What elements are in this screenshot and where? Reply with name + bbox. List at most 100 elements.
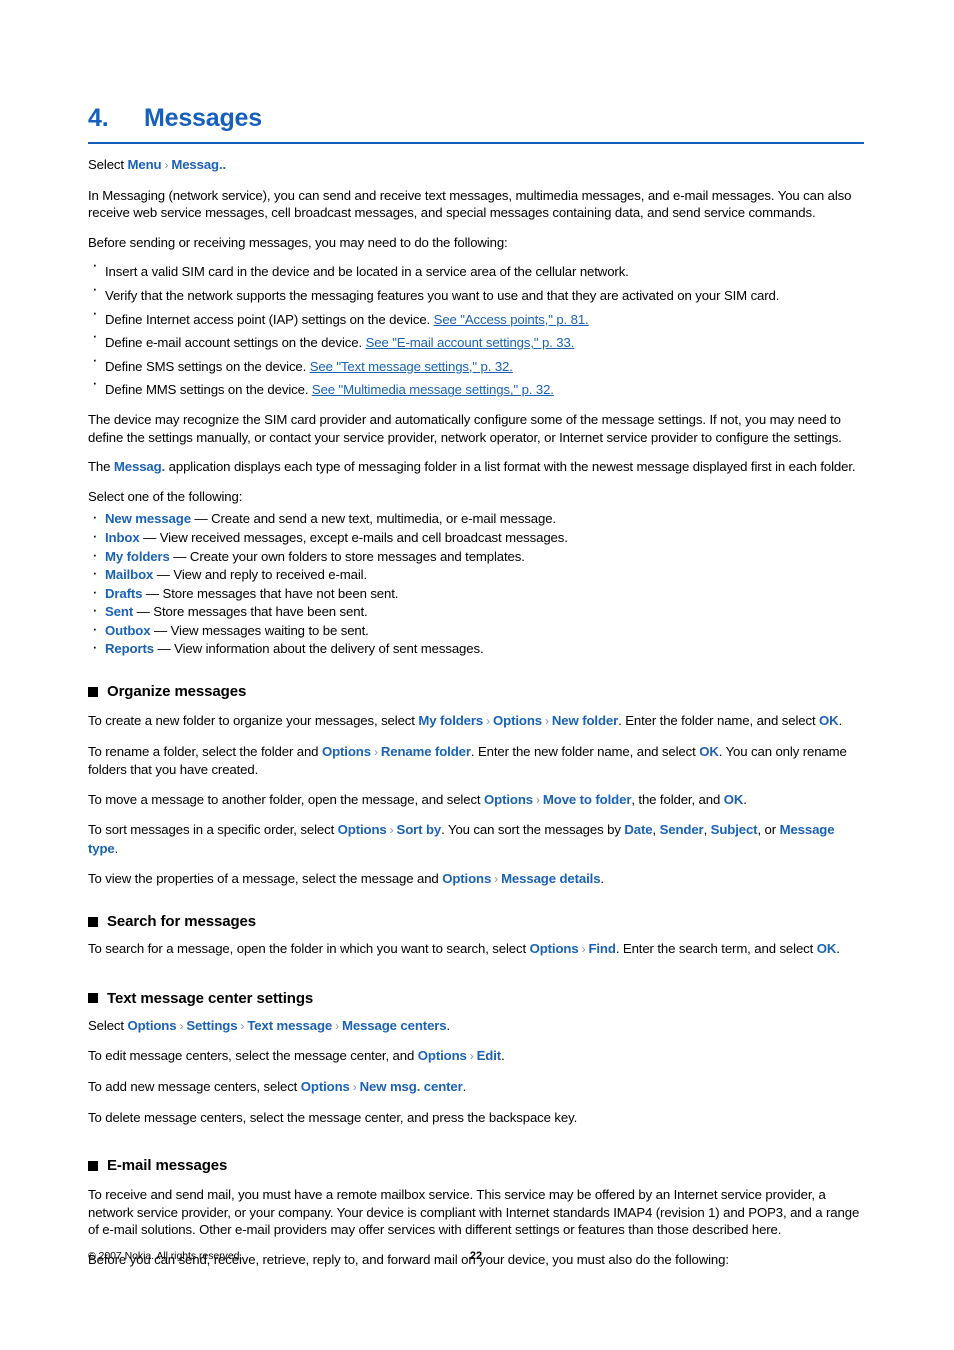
menu-link-ok[interactable]: OK	[819, 713, 839, 728]
menu-link-options[interactable]: Options	[418, 1048, 467, 1063]
chevron-right-icon: ›	[545, 714, 549, 729]
center-add-instruction: To add new message centers, select Optio…	[88, 1066, 864, 1097]
folder-link-mailbox[interactable]: Mailbox	[105, 567, 153, 582]
instruction-text: To view the properties of a message, sel…	[88, 870, 443, 886]
breadcrumb: Select Menu › Messag..	[88, 144, 864, 175]
list-item: My folders — Create your own folders to …	[88, 546, 864, 566]
list-item: Define Internet access point (IAP) setti…	[88, 304, 864, 329]
menu-link-message-details[interactable]: Message details	[501, 871, 600, 886]
menu-link-settings[interactable]: Settings	[186, 1018, 237, 1033]
list-item-text: Define MMS settings on the device.	[105, 382, 312, 398]
sort-option-sender[interactable]: Sender	[660, 822, 704, 837]
folder-description: — Create and send a new text, multimedia…	[190, 511, 556, 527]
folder-description: — Create your own folders to store messa…	[169, 548, 525, 564]
section-heading-e-mail-messages: E-mail messages	[88, 1126, 864, 1174]
chevron-right-icon: ›	[536, 792, 540, 807]
breadcrumb-item-menu[interactable]: Menu	[127, 157, 161, 172]
instruction-text: .	[836, 941, 840, 957]
folder-description: — Store messages that have been sent.	[133, 604, 368, 620]
email-paragraph-1: To receive and send mail, you must have …	[88, 1187, 860, 1238]
chapter-heading: 4. Messages	[88, 0, 864, 133]
paragraph-prefix: The	[88, 459, 114, 475]
instruction-text: . You can sort the messages by	[441, 822, 625, 838]
chevron-right-icon: ›	[486, 714, 491, 729]
cross-reference-link[interactable]: See "Access points," p. 81.	[434, 312, 589, 327]
section-heading-organize-messages: Organize messages	[88, 658, 864, 700]
cross-reference-link[interactable]: See "Multimedia message settings," p. 32…	[312, 382, 554, 397]
chevron-right-icon: ›	[469, 1049, 474, 1064]
menu-link-sort-by[interactable]: Sort by	[397, 822, 442, 837]
list-item: Verify that the network supports the mes…	[88, 280, 864, 305]
sort-option-date[interactable]: Date	[624, 822, 652, 837]
menu-link-edit[interactable]: Edit	[477, 1048, 502, 1063]
page-title: Messages	[144, 104, 262, 132]
folder-link-sent[interactable]: Sent	[105, 604, 133, 619]
list-item: Insert a valid SIM card in the device an…	[88, 256, 864, 281]
organize-move-message-instruction: To move a message to another folder, ope…	[88, 779, 864, 810]
menu-link-options[interactable]: Options	[493, 713, 542, 728]
page-number: 22	[469, 1250, 483, 1262]
folder-link-drafts[interactable]: Drafts	[105, 586, 143, 601]
breadcrumb-item-messaging[interactable]: Messag..	[171, 157, 226, 172]
folder-description: — View messages waiting to be sent.	[150, 622, 369, 638]
menu-link-options[interactable]: Options	[127, 1018, 176, 1033]
menu-link-ok[interactable]: OK	[724, 792, 744, 807]
menu-link-options[interactable]: Options	[338, 822, 387, 837]
folder-description: — Store messages that have not been sent…	[142, 585, 399, 601]
organize-create-folder-instruction: To create a new folder to organize your …	[88, 700, 864, 731]
square-bullet-icon	[88, 686, 98, 697]
menu-link-message-centers[interactable]: Message centers	[342, 1018, 447, 1033]
messaging-app-link[interactable]: Messag.	[114, 459, 165, 474]
menu-link-ok[interactable]: OK	[817, 941, 837, 956]
folder-link-outbox[interactable]: Outbox	[105, 623, 151, 638]
instruction-text: .	[114, 841, 119, 857]
intro-paragraph-4: The Messag. application displays each ty…	[88, 446, 864, 476]
folder-link-new-message[interactable]: New message	[105, 511, 191, 526]
menu-link-find[interactable]: Find	[588, 941, 615, 956]
folder-link-my-folders[interactable]: My folders	[105, 549, 170, 564]
folder-link-reports[interactable]: Reports	[105, 641, 154, 656]
list-item-text: Define e-mail account settings on the de…	[105, 335, 366, 351]
menu-link-rename-folder[interactable]: Rename folder	[381, 744, 471, 759]
menu-link-options[interactable]: Options	[484, 792, 533, 807]
menu-link-new-folder[interactable]: New folder	[552, 713, 618, 728]
menu-link-my-folders[interactable]: My folders	[418, 713, 483, 728]
sort-option-subject[interactable]: Subject	[711, 822, 758, 837]
menu-link-options[interactable]: Options	[530, 941, 579, 956]
instruction-text: ,	[652, 822, 660, 838]
instruction-text: To add new message centers, select	[88, 1079, 301, 1094]
list-item-text: Define SMS settings on the device.	[105, 358, 310, 374]
chevron-right-icon: ›	[179, 1018, 184, 1033]
folder-description: — View information about the delivery of…	[154, 641, 484, 657]
cross-reference-link[interactable]: See "Text message settings," p. 32.	[310, 359, 513, 374]
instruction-text: To search for a message, open the folder…	[88, 941, 530, 957]
square-bullet-icon	[88, 916, 98, 927]
menu-link-move-to-folder[interactable]: Move to folder	[543, 792, 632, 807]
folders-list: New message — Create and send a new text…	[88, 505, 864, 658]
search-instruction: To search for a message, open the folder…	[88, 930, 864, 959]
list-item: Inbox — View received messages, except e…	[88, 527, 864, 547]
center-select-path: Select Options › Settings › Text message › Mes…	[88, 1007, 864, 1036]
menu-link-options[interactable]: Options	[301, 1079, 350, 1094]
folder-description: — View and reply to received e-mail.	[153, 567, 368, 583]
chevron-right-icon: ›	[373, 744, 378, 759]
chevron-right-icon: ›	[352, 1080, 357, 1094]
section-heading-search-for-messages: Search for messages	[88, 888, 864, 930]
list-item: Outbox — View messages waiting to be sen…	[88, 620, 864, 640]
chevron-right-icon: ›	[494, 871, 499, 886]
chevron-right-icon: ›	[581, 942, 586, 957]
organize-message-properties-instruction: To view the properties of a message, sel…	[88, 858, 864, 889]
square-bullet-icon	[88, 1160, 98, 1171]
cross-reference-link[interactable]: See "E-mail account settings," p. 33.	[366, 335, 575, 350]
menu-link-new-msg-center[interactable]: New msg. center	[360, 1079, 463, 1094]
instruction-text: .	[462, 1079, 467, 1094]
menu-link-ok[interactable]: OK	[699, 744, 719, 759]
menu-link-options[interactable]: Options	[442, 871, 491, 886]
menu-link-text-message[interactable]: Text message	[247, 1018, 332, 1033]
menu-link-options[interactable]: Options	[322, 744, 371, 759]
instruction-text: To rename a folder, select the folder an…	[88, 743, 322, 759]
folder-link-inbox[interactable]: Inbox	[105, 530, 140, 545]
folder-description: — View received messages, except e-mails…	[139, 529, 568, 545]
list-item-text: Define Internet access point (IAP) setti…	[105, 311, 434, 327]
instruction-text: To sort messages in a specific order, se…	[88, 822, 338, 838]
